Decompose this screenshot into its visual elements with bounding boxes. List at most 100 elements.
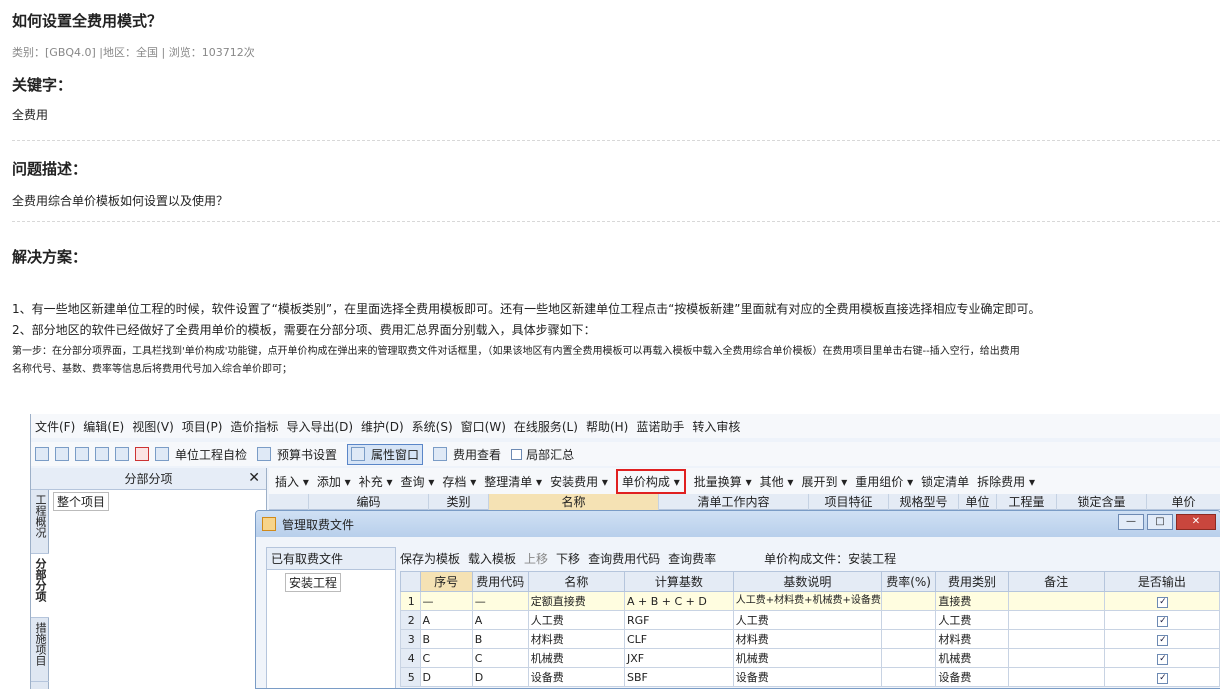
cell-output[interactable]: ✓ [1103, 629, 1220, 649]
demolition-fee-menu[interactable]: 拆除费用 ▾ [977, 473, 1035, 490]
cell-output[interactable]: ✓ [1103, 648, 1220, 668]
cell-code[interactable]: B [471, 629, 529, 649]
cell-rate[interactable] [880, 591, 937, 611]
fee-row[interactable]: 3 B B 材料费 CLF 材料费 材料费 ✓ [400, 629, 1220, 649]
maximize-icon[interactable]: □ [1147, 514, 1173, 530]
batch-convert-menu[interactable]: 批量换算 ▾ [694, 473, 752, 490]
tree-root[interactable]: 整个项目 [53, 492, 110, 511]
cell-name[interactable]: 设备费 [527, 667, 625, 687]
other-menu[interactable]: 其他 ▾ [760, 473, 794, 490]
partial-summary-toggle[interactable]: 局部汇总 [511, 446, 574, 463]
cell-seq[interactable]: B [419, 629, 473, 649]
col-type[interactable]: 费用类别 [935, 571, 1009, 592]
col-base[interactable]: 计算基数 [623, 571, 734, 592]
organize-list-menu[interactable]: 整理清单 ▾ [484, 473, 542, 490]
col-name[interactable]: 名称 [527, 571, 625, 592]
expand-to-menu[interactable]: 展开到 ▾ [801, 473, 847, 490]
grid-col-code[interactable]: 编码 [309, 494, 429, 510]
cell-output[interactable]: ✓ [1103, 667, 1220, 687]
row-number[interactable]: 5 [400, 667, 421, 687]
fee-view-button[interactable]: 费用查看 [433, 446, 501, 463]
cell-rate[interactable] [880, 667, 937, 687]
insert-menu[interactable]: 插入 ▾ [275, 473, 309, 490]
cell-type[interactable]: 人工费 [935, 610, 1009, 630]
cell-seq[interactable]: C [419, 648, 473, 668]
grid-col-spec[interactable]: 规格型号 [889, 494, 959, 510]
new-icon[interactable] [35, 447, 49, 461]
grid-col-unit[interactable]: 单位 [959, 494, 997, 510]
menu-file[interactable]: 文件(F) [35, 418, 75, 435]
col-seq[interactable]: 序号 [419, 571, 473, 592]
unit-check-button[interactable]: 单位工程自检 [155, 446, 247, 463]
query-fee-code-button[interactable]: 查询费用代码 [588, 550, 660, 567]
install-fee-menu[interactable]: 安装费用 ▾ [550, 473, 608, 490]
cell-note[interactable] [1007, 629, 1105, 649]
delete-icon[interactable] [135, 447, 149, 461]
load-template-button[interactable]: 载入模板 [468, 550, 516, 567]
unit-price-composition-menu[interactable]: 单价构成 ▾ [615, 468, 686, 494]
cell-desc[interactable]: 设备费 [732, 667, 882, 687]
copy-icon[interactable] [115, 447, 129, 461]
menu-online[interactable]: 在线服务(L) [514, 418, 578, 435]
cell-code[interactable]: A [471, 610, 529, 630]
save-as-template-button[interactable]: 保存为模板 [400, 550, 460, 567]
cell-base[interactable]: RGF [623, 610, 734, 630]
grid-col-feature[interactable]: 项目特征 [809, 494, 889, 510]
cell-desc[interactable]: 人工费 [732, 610, 882, 630]
col-rate[interactable]: 费率(%) [880, 571, 937, 592]
grid-col-qty[interactable]: 工程量 [997, 494, 1057, 510]
output-checkbox[interactable]: ✓ [1157, 673, 1169, 684]
menu-maintain[interactable]: 维护(D) [361, 418, 404, 435]
fee-row[interactable]: 4 C C 机械费 JXF 机械费 机械费 ✓ [400, 648, 1220, 668]
menu-cost-index[interactable]: 造价指标 [230, 418, 278, 435]
row-number[interactable]: 3 [400, 629, 421, 649]
cell-base[interactable]: A + B + C + D [623, 591, 734, 611]
cell-rate[interactable] [880, 610, 937, 630]
col-output[interactable]: 是否输出 [1103, 571, 1220, 592]
move-down-button[interactable]: 下移 [556, 550, 580, 567]
cell-name[interactable]: 机械费 [527, 648, 625, 668]
menu-system[interactable]: 系统(S) [412, 418, 453, 435]
tab-measures[interactable]: 措施项目 [31, 618, 49, 682]
tab-overview[interactable]: 工程概况 [31, 490, 49, 554]
minimize-icon[interactable]: — [1118, 514, 1144, 530]
cell-base[interactable]: CLF [623, 629, 734, 649]
row-number[interactable]: 1 [400, 591, 421, 611]
fee-row[interactable]: 1— — 定额直接费 A + B + C + D 人工费+材料费+机械费+设备费 直接费 ✓ [400, 591, 1220, 611]
fee-file-item[interactable]: 安装工程 [285, 573, 342, 592]
output-checkbox[interactable]: ✓ [1157, 597, 1169, 608]
cell-seq[interactable]: D [419, 667, 473, 687]
cell-note[interactable] [1007, 610, 1105, 630]
close-icon[interactable]: ✕ [1176, 514, 1216, 530]
fee-row[interactable]: 2 A A 人工费 RGF 人工费 人工费 ✓ [400, 610, 1220, 630]
cell-desc[interactable]: 机械费 [732, 648, 882, 668]
cell-type[interactable]: 直接费 [935, 591, 1009, 611]
cell-output[interactable]: ✓ [1103, 610, 1220, 630]
cell-code[interactable]: — [471, 591, 529, 611]
output-checkbox[interactable]: ✓ [1157, 616, 1169, 627]
cell-code[interactable]: D [471, 667, 529, 687]
grid-col-name[interactable]: 名称 [489, 494, 659, 510]
tab-items[interactable]: 分部分项 [31, 554, 49, 618]
row-number[interactable]: 2 [400, 610, 421, 630]
cell-seq[interactable]: A [419, 610, 473, 630]
menu-assistant[interactable]: 蓝诺助手 [636, 418, 684, 435]
output-checkbox[interactable]: ✓ [1157, 654, 1169, 665]
query-menu[interactable]: 查询 ▾ [401, 473, 435, 490]
fee-row[interactable]: 5 D D 设备费 SBF 设备费 设备费 ✓ [400, 667, 1220, 687]
col-desc[interactable]: 基数说明 [732, 571, 882, 592]
cell-note[interactable] [1007, 591, 1105, 611]
cell-base[interactable]: JXF [623, 648, 734, 668]
menu-audit[interactable]: 转入审核 [692, 418, 740, 435]
menu-import-export[interactable]: 导入导出(D) [286, 418, 353, 435]
cell-type[interactable]: 设备费 [935, 667, 1009, 687]
lock-list-button[interactable]: 锁定清单 [921, 473, 969, 490]
grid-col-work[interactable]: 清单工作内容 [659, 494, 809, 510]
cell-rate[interactable] [880, 629, 937, 649]
grid-col-price[interactable]: 单价 [1147, 494, 1220, 510]
grid-col-lock[interactable]: 锁定含量 [1057, 494, 1147, 510]
cell-name[interactable]: 人工费 [527, 610, 625, 630]
open-icon[interactable] [55, 447, 69, 461]
close-icon[interactable]: ✕ [248, 470, 260, 486]
col-code[interactable]: 费用代码 [471, 571, 529, 592]
